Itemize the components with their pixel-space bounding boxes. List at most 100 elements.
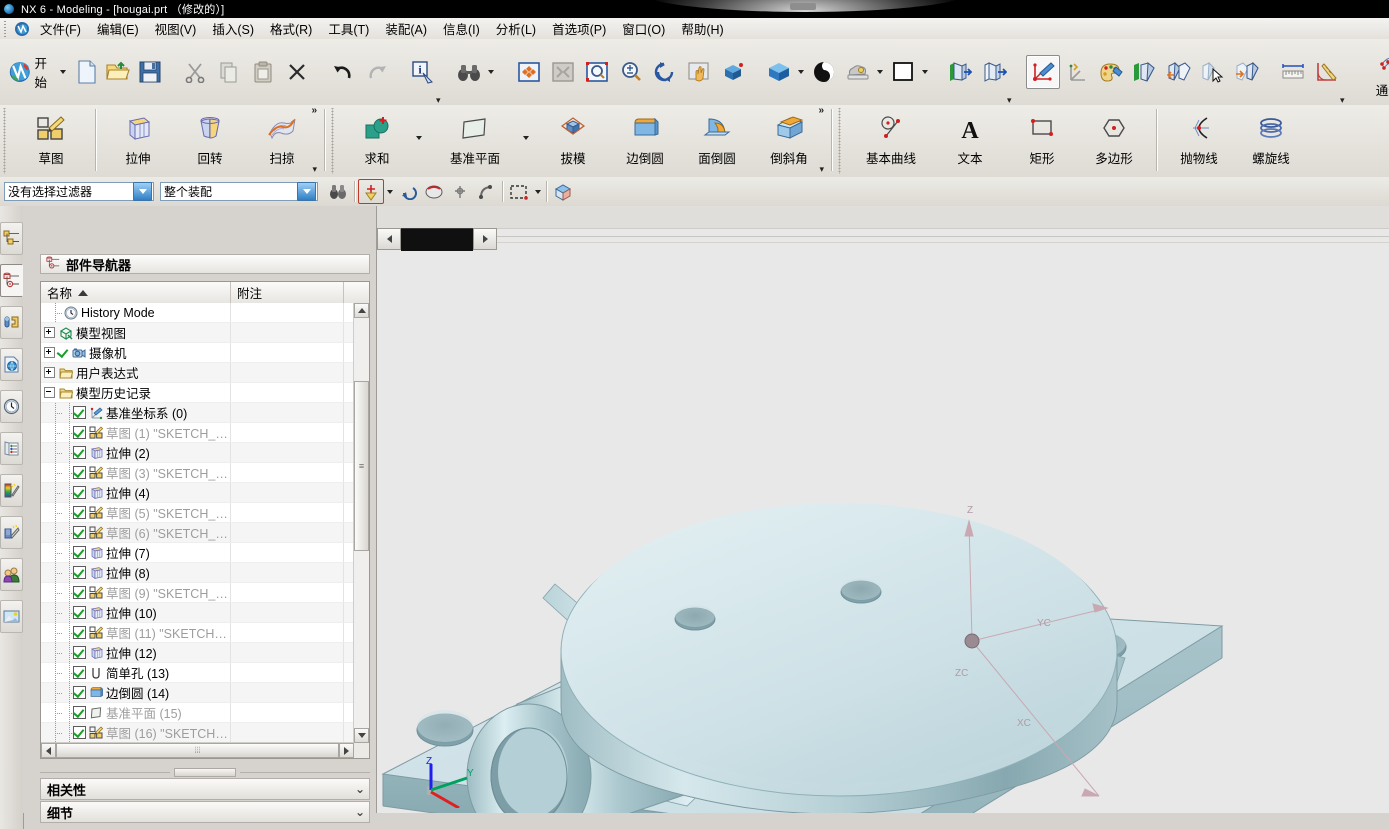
feature-suppress-checkbox[interactable] xyxy=(73,486,86,499)
feature-suppress-checkbox[interactable] xyxy=(73,546,86,559)
feature-suppress-checkbox[interactable] xyxy=(73,466,86,479)
toolbar-grip-boolean[interactable] xyxy=(329,108,336,174)
true-shading-button[interactable] xyxy=(841,55,875,89)
fit-view-button[interactable] xyxy=(512,55,546,89)
zoom-window-button[interactable] xyxy=(580,55,614,89)
forms-group-overflow[interactable]: ▾ xyxy=(312,165,317,174)
details-section[interactable]: 细节 ⌄ xyxy=(40,801,370,823)
text-button[interactable]: A 文本 xyxy=(934,109,1006,175)
chevron-down-icon[interactable] xyxy=(297,182,316,201)
edge-blend-button[interactable]: 边倒圆 xyxy=(609,109,681,175)
measure-angle-button[interactable] xyxy=(1310,55,1344,89)
reset-snap-button[interactable] xyxy=(395,179,421,204)
menu-file[interactable]: 文件(F) xyxy=(32,17,89,40)
save-button[interactable] xyxy=(134,55,165,89)
sketch-button[interactable]: 草图 xyxy=(13,109,89,175)
chevron-down-icon[interactable]: ⌄ xyxy=(355,805,365,819)
feature-suppress-checkbox[interactable] xyxy=(73,666,86,679)
expand-icon[interactable] xyxy=(44,367,55,378)
feature-suppress-checkbox[interactable] xyxy=(73,506,86,519)
feature-suppress-checkbox[interactable] xyxy=(73,606,86,619)
face-select-button[interactable] xyxy=(550,179,576,204)
scroll-right-arrow[interactable] xyxy=(339,743,354,758)
dependencies-section[interactable]: 相关性 ⌄ xyxy=(40,778,370,800)
tree-row[interactable]: 基准平面 (15) xyxy=(41,703,354,723)
tree-row[interactable]: 拉伸 (8) xyxy=(41,563,354,583)
orient-view-button[interactable] xyxy=(762,55,796,89)
measure-distance-button[interactable] xyxy=(1276,55,1310,89)
start-menu-button[interactable]: 开始 xyxy=(6,54,71,90)
undo-button[interactable] xyxy=(326,55,360,89)
rail-assembly-navigator[interactable] xyxy=(0,222,23,255)
object-display-button[interactable] xyxy=(1094,55,1128,89)
feature-suppress-checkbox[interactable] xyxy=(73,646,86,659)
showhide-group-overflow[interactable]: ▾ xyxy=(1007,96,1012,105)
toolbar-grip-sketch[interactable] xyxy=(1,108,8,174)
tree-row[interactable]: 拉伸 (4) xyxy=(41,483,354,503)
feature-suppress-checkbox[interactable] xyxy=(73,706,86,719)
menu-bar-grip[interactable] xyxy=(2,20,10,37)
select-objects-button[interactable] xyxy=(325,179,351,204)
scroll-up-arrow[interactable] xyxy=(354,303,369,318)
menu-edit[interactable]: 编辑(E) xyxy=(89,17,147,40)
tree-column-note[interactable]: 附注 xyxy=(231,282,344,303)
toolbar-grip-curve[interactable] xyxy=(836,108,843,174)
tree-row[interactable]: 草图 (11) "SKETCH_... xyxy=(41,623,354,643)
info-group-overflow[interactable]: ▾ xyxy=(436,96,441,105)
tree-column-name[interactable]: 名称 xyxy=(41,282,231,303)
paste-button[interactable] xyxy=(246,55,280,89)
feature-suppress-checkbox[interactable] xyxy=(73,446,86,459)
tree-rows-container[interactable]: History Mode 模型视图 摄像机 用户表达式 模型历史记录 基准坐标系 (0) 草… xyxy=(41,303,354,743)
rail-system-visual[interactable] xyxy=(0,516,23,549)
splitter-handle[interactable] xyxy=(174,767,236,777)
delete-button[interactable] xyxy=(280,55,314,89)
render-style-button[interactable] xyxy=(807,55,841,89)
model-3d-view[interactable]: Z ZC YC XC xyxy=(377,206,1389,813)
copy-button[interactable] xyxy=(212,55,246,89)
tree-row[interactable]: 草图 (9) "SKETCH_0... xyxy=(41,583,354,603)
orient-view-caret[interactable] xyxy=(796,56,807,88)
show-all-button[interactable] xyxy=(1128,55,1162,89)
find-button[interactable] xyxy=(452,55,486,89)
snap-point-button[interactable] xyxy=(358,179,384,204)
menu-assemblies[interactable]: 装配(A) xyxy=(377,17,435,40)
tree-row[interactable]: History Mode xyxy=(41,303,354,323)
tree-row[interactable]: 草图 (1) "SKETCH_0... xyxy=(41,423,354,443)
sweep-button[interactable]: 扫掠 xyxy=(246,109,318,175)
datum-group-caret[interactable] xyxy=(520,109,531,167)
wcs-orient-button[interactable] xyxy=(1060,55,1094,89)
feature-suppress-checkbox[interactable] xyxy=(73,726,86,739)
tree-row[interactable]: 草图 (3) "SKETCH_0... xyxy=(41,463,354,483)
center-point-button[interactable] xyxy=(447,179,473,204)
graphics-viewport[interactable]: Z ZC YC XC 3D世界网 WWW.3DSJW.COM Z xyxy=(377,206,1389,813)
chamfer-button[interactable]: 倒斜角 xyxy=(753,109,825,175)
menu-preferences[interactable]: 首选项(P) xyxy=(544,17,614,40)
extrude-button[interactable]: 拉伸 xyxy=(102,109,174,175)
rectangle-select-caret[interactable] xyxy=(532,180,543,203)
tree-horizontal-scrollbar[interactable]: ⦙⦙⦙ xyxy=(41,742,354,758)
snap-point-caret[interactable] xyxy=(384,180,395,203)
info-button[interactable]: i xyxy=(406,55,440,89)
forms-group-more[interactable]: » xyxy=(311,106,317,116)
rail-part-navigator[interactable] xyxy=(0,264,23,297)
parabola-button[interactable]: 抛物线 xyxy=(1163,109,1235,175)
helix-button[interactable]: 螺旋线 xyxy=(1235,109,1307,175)
background-color-button[interactable] xyxy=(886,55,920,89)
reverse-shown-button[interactable] xyxy=(1230,55,1264,89)
scroll-left-arrow[interactable] xyxy=(41,743,56,758)
tree-row[interactable]: 草图 (5) "SKETCH_0... xyxy=(41,503,354,523)
quadrant-point-button[interactable] xyxy=(473,179,499,204)
hide-button[interactable] xyxy=(977,55,1011,89)
selection-scope-combo[interactable]: 整个装配 xyxy=(160,182,318,201)
rail-system-scene[interactable] xyxy=(0,474,23,507)
show-hide-button[interactable] xyxy=(943,55,977,89)
tree-row[interactable]: 拉伸 (7) xyxy=(41,543,354,563)
redo-button[interactable] xyxy=(360,55,394,89)
tree-row[interactable]: 边倒圆 (14) xyxy=(41,683,354,703)
datum-csys-button[interactable] xyxy=(1025,55,1060,89)
menu-help[interactable]: 帮助(H) xyxy=(673,17,731,40)
select-hidden-button[interactable] xyxy=(1196,55,1230,89)
chevron-down-icon[interactable]: ⌄ xyxy=(355,782,365,796)
show-by-layer-button[interactable] xyxy=(1162,55,1196,89)
revolve-button[interactable]: 回转 xyxy=(174,109,246,175)
